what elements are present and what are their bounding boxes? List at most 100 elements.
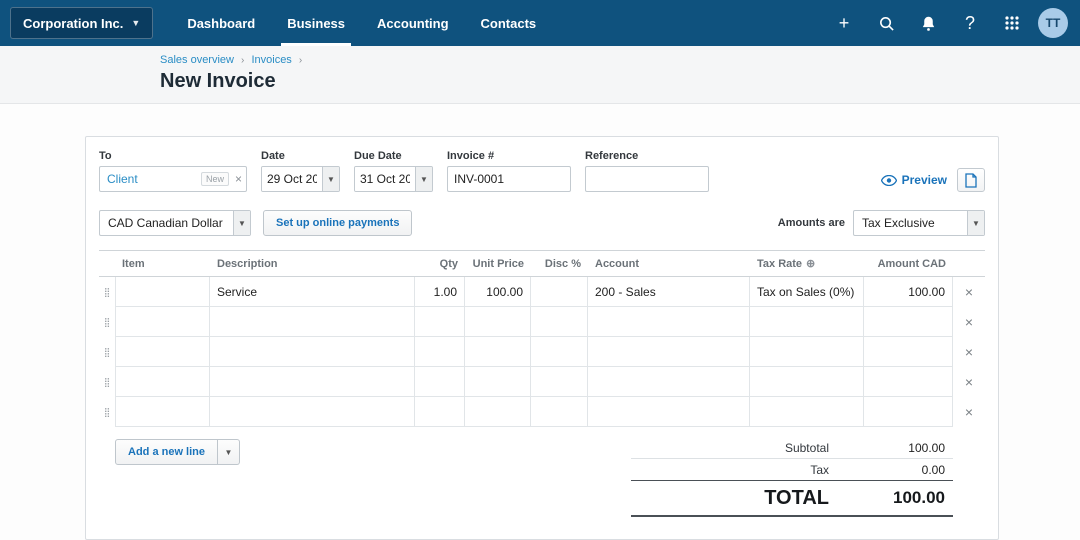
add-icon[interactable]: + <box>828 7 860 39</box>
delete-row-icon[interactable]: × <box>953 307 985 337</box>
table-row: ⣿ × <box>99 337 985 367</box>
amount-cell[interactable] <box>864 397 953 427</box>
amount-cell[interactable] <box>864 307 953 337</box>
description-cell[interactable]: Service <box>210 277 415 307</box>
org-selector[interactable]: Corporation Inc. ▼ <box>10 7 154 39</box>
item-cell[interactable] <box>115 277 210 307</box>
help-icon[interactable]: ? <box>954 7 986 39</box>
amount-cell[interactable]: 100.00 <box>864 277 953 307</box>
delete-row-icon[interactable]: × <box>953 397 985 427</box>
due-date-calendar-dropdown-icon[interactable]: ▼ <box>415 167 432 191</box>
qty-cell[interactable] <box>415 397 465 427</box>
nav-item-accounting[interactable]: Accounting <box>361 0 465 46</box>
disc-cell[interactable] <box>531 307 588 337</box>
add-new-line-button[interactable]: Add a new line <box>115 439 219 465</box>
tax-rate-cell[interactable] <box>750 337 864 367</box>
date-field-group: Date ▼ <box>261 150 340 192</box>
page-title: New Invoice <box>160 70 276 92</box>
nav-item-dashboard[interactable]: Dashboard <box>171 0 271 46</box>
due-date-label: Due Date <box>354 150 402 162</box>
breadcrumb-invoices[interactable]: Invoices <box>251 54 291 66</box>
drag-handle-icon[interactable]: ⣿ <box>99 277 115 307</box>
qty-cell[interactable]: 1.00 <box>415 277 465 307</box>
description-cell[interactable] <box>210 307 415 337</box>
currency-select[interactable]: CAD Canadian Dollar ▼ <box>99 210 251 236</box>
subtotal-label: Subtotal <box>784 440 829 455</box>
invoice-fields-row: To Client New × Date ▼ Due Date ▼ Invoic… <box>99 150 985 192</box>
amounts-are-value: Tax Exclusive <box>862 216 935 230</box>
disc-cell[interactable] <box>531 337 588 367</box>
unit-price-cell[interactable] <box>465 397 531 427</box>
tax-value: 0.00 <box>921 462 945 477</box>
avatar[interactable]: TT <box>1038 8 1068 38</box>
invoice-number-input[interactable] <box>447 166 571 192</box>
contact-input[interactable]: Client New × <box>99 166 247 192</box>
account-cell[interactable] <box>588 307 750 337</box>
notifications-bell-icon[interactable] <box>912 7 944 39</box>
due-date-input[interactable] <box>355 167 415 191</box>
reference-input[interactable] <box>585 166 709 192</box>
currency-value: CAD Canadian Dollar <box>108 216 223 230</box>
clear-contact-icon[interactable]: × <box>235 172 242 186</box>
delete-row-icon[interactable]: × <box>953 367 985 397</box>
add-line-dropdown-icon[interactable]: ▼ <box>218 439 241 465</box>
nav-item-business[interactable]: Business <box>271 0 361 46</box>
qty-cell[interactable] <box>415 307 465 337</box>
date-calendar-dropdown-icon[interactable]: ▼ <box>322 167 339 191</box>
drag-handle-icon[interactable]: ⣿ <box>99 367 115 397</box>
amount-cell[interactable] <box>864 337 953 367</box>
account-cell[interactable] <box>588 337 750 367</box>
breadcrumb-sales-overview[interactable]: Sales overview <box>160 54 234 66</box>
account-cell[interactable]: 200 - Sales <box>588 277 750 307</box>
drag-handle-icon[interactable]: ⣿ <box>99 397 115 427</box>
currency-dropdown-icon[interactable]: ▼ <box>233 211 250 235</box>
preview-label: Preview <box>901 173 947 187</box>
drag-handle-icon[interactable]: ⣿ <box>99 337 115 367</box>
preview-button[interactable]: Preview <box>880 173 947 187</box>
total-value: 100.00 <box>893 488 945 507</box>
disc-cell[interactable] <box>531 277 588 307</box>
unit-price-cell[interactable] <box>465 337 531 367</box>
tax-rate-cell[interactable] <box>750 397 864 427</box>
search-icon[interactable] <box>870 7 902 39</box>
breadcrumb-separator: › <box>241 55 245 66</box>
unit-price-cell[interactable]: 100.00 <box>465 277 531 307</box>
unit-price-cell[interactable] <box>465 307 531 337</box>
delete-row-icon[interactable]: × <box>953 277 985 307</box>
description-cell[interactable] <box>210 397 415 427</box>
reference-label: Reference <box>585 150 639 162</box>
item-cell[interactable] <box>115 397 210 427</box>
tax-rate-cell[interactable] <box>750 367 864 397</box>
main-nav: Dashboard Business Accounting Contacts <box>171 0 552 46</box>
description-cell[interactable] <box>210 367 415 397</box>
amounts-are-label: Amounts are <box>777 217 845 229</box>
amounts-are-dropdown-icon[interactable]: ▼ <box>967 211 984 235</box>
description-cell[interactable] <box>210 337 415 367</box>
total-row: TOTAL 100.00 <box>631 481 953 517</box>
qty-cell[interactable] <box>415 367 465 397</box>
contact-value: Client <box>107 172 138 186</box>
amounts-are-select[interactable]: Tax Exclusive ▼ <box>853 210 985 236</box>
tax-rate-cell[interactable] <box>750 307 864 337</box>
navbar-actions: + ? TT <box>828 0 1068 46</box>
account-cell[interactable] <box>588 367 750 397</box>
drag-handle-icon[interactable]: ⣿ <box>99 307 115 337</box>
unit-price-cell[interactable] <box>465 367 531 397</box>
disc-cell[interactable] <box>531 367 588 397</box>
item-cell[interactable] <box>115 367 210 397</box>
amount-cell[interactable] <box>864 367 953 397</box>
setup-online-payments-button[interactable]: Set up online payments <box>263 210 413 236</box>
tax-rate-cell[interactable]: Tax on Sales (0%) <box>750 277 864 307</box>
item-cell[interactable] <box>115 337 210 367</box>
disc-cell[interactable] <box>531 397 588 427</box>
nav-item-contacts[interactable]: Contacts <box>465 0 553 46</box>
item-cell[interactable] <box>115 307 210 337</box>
preview-area: Preview <box>880 168 985 192</box>
account-cell[interactable] <box>588 397 750 427</box>
add-tax-rate-icon[interactable]: ⊕ <box>806 257 815 270</box>
export-button[interactable] <box>957 168 985 192</box>
delete-row-icon[interactable]: × <box>953 337 985 367</box>
apps-grid-icon[interactable] <box>996 7 1028 39</box>
date-input[interactable] <box>262 167 322 191</box>
qty-cell[interactable] <box>415 337 465 367</box>
